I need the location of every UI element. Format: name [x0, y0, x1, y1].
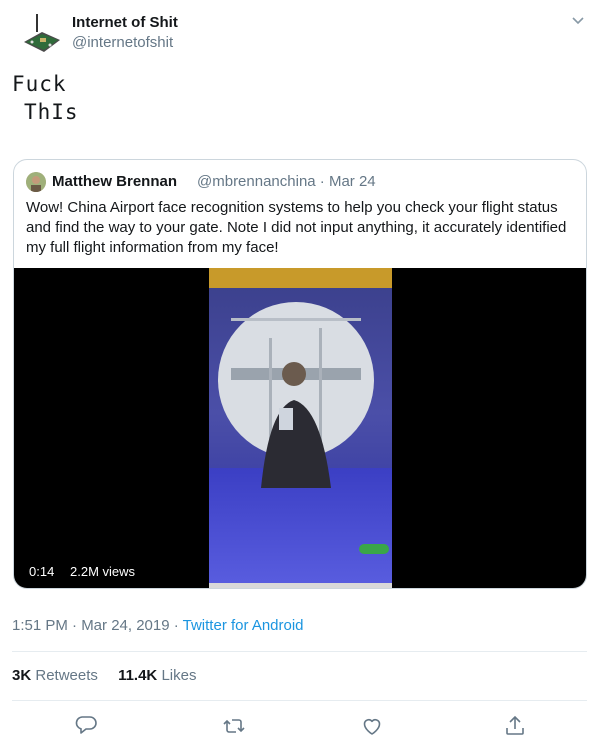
retweets-label: Retweets	[35, 667, 98, 684]
reply-icon[interactable]	[74, 714, 98, 738]
tweet-timestamp[interactable]: 1:51 PM · Mar 24, 2019 ·	[12, 617, 183, 634]
tweet-actions	[0, 712, 600, 742]
tweet-stats: 3K Retweets 11.4K Likes	[12, 667, 212, 684]
retweet-icon[interactable]	[222, 714, 246, 738]
video-views: 2.2M views	[64, 562, 142, 582]
author-name[interactable]: Internet of Shit	[72, 14, 178, 31]
tweet-text: Fuck ThIs	[12, 70, 79, 126]
divider	[12, 651, 587, 652]
likes-stat[interactable]: 11.4K Likes	[118, 667, 196, 684]
quoted-avatar[interactable]	[26, 172, 46, 192]
tweet-source-link[interactable]: Twitter for Android	[183, 617, 304, 634]
tweet-meta: 1:51 PM · Mar 24, 2019 · Twitter for And…	[12, 617, 304, 634]
video-thumbnail	[209, 268, 392, 588]
retweets-count: 3K	[12, 667, 32, 684]
chevron-down-icon[interactable]	[571, 14, 585, 28]
tweet-header: Internet of Shit @internetofshit	[20, 10, 585, 58]
tweet-text-line-2: ThIs	[24, 100, 79, 124]
quoted-tweet-text: Wow! China Airport face recognition syst…	[26, 199, 567, 256]
author-handle[interactable]: @internetofshit	[72, 34, 173, 51]
retweets-stat[interactable]: 3K Retweets	[12, 667, 98, 684]
tweet-text-line-1: Fuck	[12, 72, 67, 96]
video-duration: 0:14	[23, 562, 61, 582]
quoted-author-name[interactable]: Matthew Brennan	[52, 173, 177, 190]
divider	[12, 700, 587, 701]
likes-count: 11.4K	[118, 667, 158, 684]
share-icon[interactable]	[503, 714, 527, 738]
quoted-tweet[interactable]: Matthew Brennan @mbrennanchina · Mar 24 …	[13, 159, 587, 589]
likes-label: Likes	[161, 667, 197, 684]
heart-icon[interactable]	[360, 714, 384, 738]
video-player[interactable]: 0:14 2.2M views	[14, 268, 586, 588]
profile-avatar[interactable]	[20, 12, 64, 56]
quoted-handle-date[interactable]: @mbrennanchina · Mar 24	[197, 173, 376, 190]
